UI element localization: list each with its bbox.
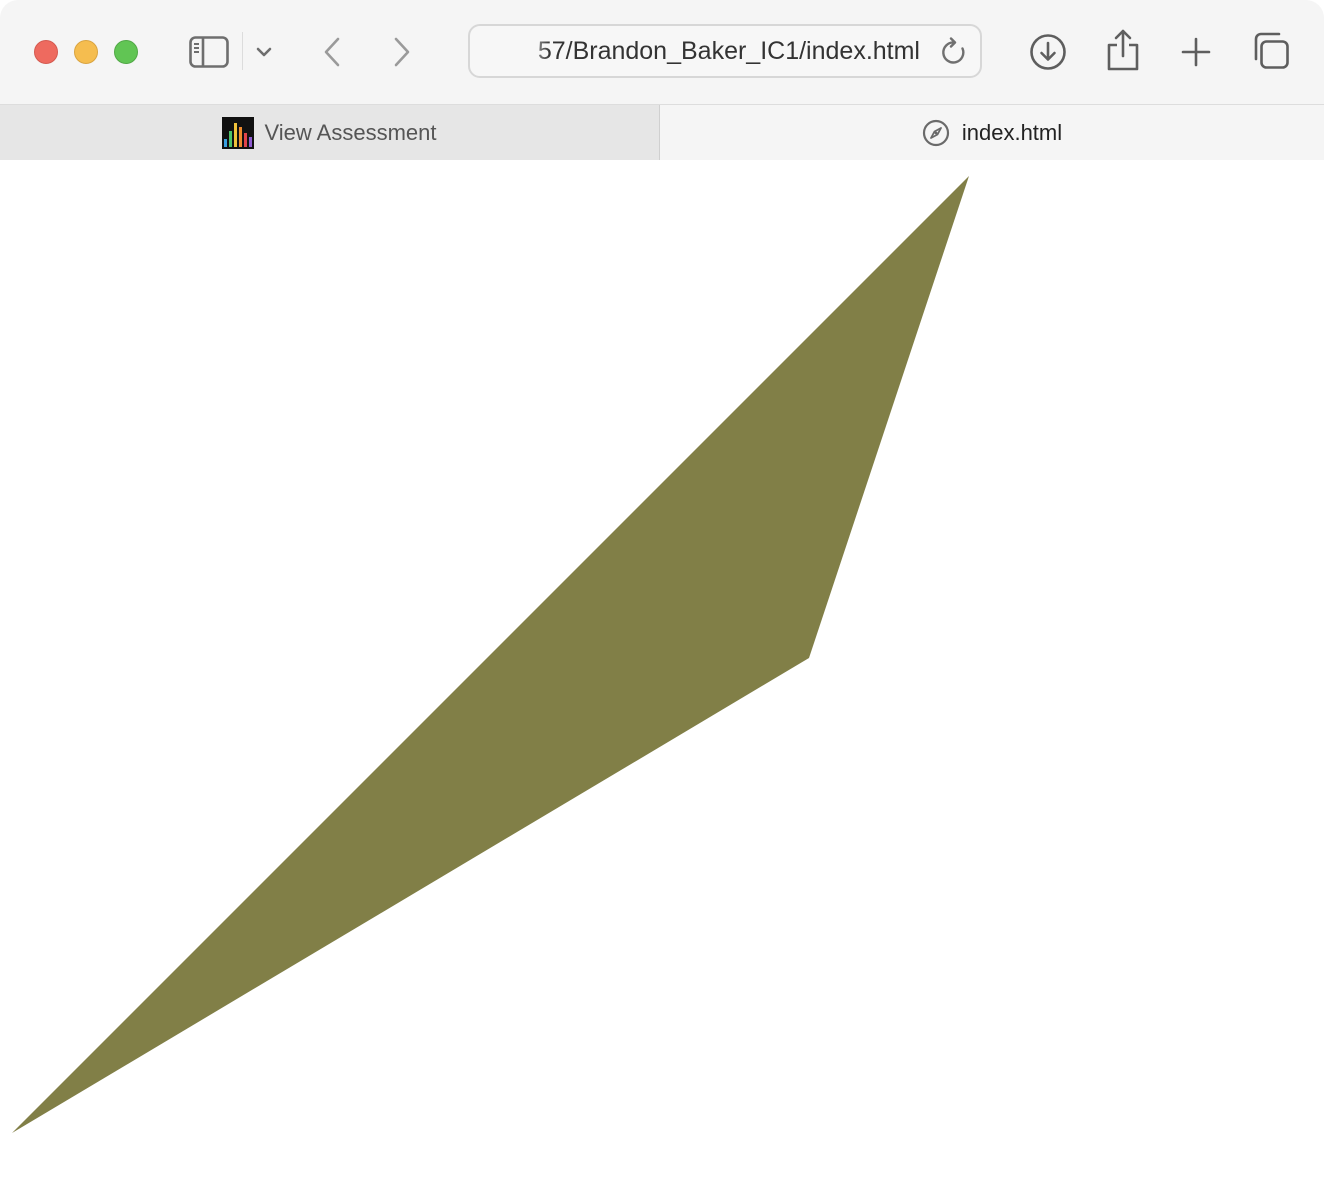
olive-polygon [12, 176, 969, 1133]
tab-bar: View Assessment index.html [0, 104, 1324, 160]
page-content [0, 160, 1324, 1188]
compass-icon [922, 119, 949, 146]
download-icon [1030, 34, 1066, 70]
sidebar-icon [189, 36, 229, 68]
tab-index-html[interactable]: index.html [660, 105, 1324, 160]
reload-button[interactable] [938, 36, 970, 68]
chevron-down-icon [256, 47, 272, 57]
share-button[interactable] [1104, 26, 1142, 74]
browser-toolbar: 57/Brandon_Baker_IC1/index.html [0, 0, 1324, 104]
browser-window: 57/Brandon_Baker_IC1/index.html View Ass… [0, 0, 1324, 1188]
minimize-window-button[interactable] [74, 40, 98, 64]
tab-overview-button[interactable] [1250, 30, 1292, 72]
bar-chart-favicon [222, 116, 255, 149]
toolbar-divider [242, 32, 243, 70]
downloads-button[interactable] [1028, 30, 1068, 74]
tab-view-assessment[interactable]: View Assessment [0, 105, 660, 160]
back-button[interactable] [316, 32, 348, 72]
close-window-button[interactable] [34, 40, 58, 64]
forward-icon [394, 37, 410, 67]
back-icon [324, 37, 340, 67]
sidebar-menu-button[interactable] [252, 38, 276, 66]
plus-icon [1181, 37, 1211, 67]
tab-label: index.html [961, 119, 1063, 145]
forward-button[interactable] [386, 32, 418, 72]
address-url-text: 57/Brandon_Baker_IC1/index.html [537, 37, 920, 65]
tab-label: View Assessment [264, 119, 437, 145]
canvas [12, 176, 969, 1133]
address-url: 57/Brandon_Baker_IC1/index.html [480, 26, 920, 76]
address-bar[interactable]: 57/Brandon_Baker_IC1/index.html [468, 24, 982, 78]
tabs-overview-icon [1254, 32, 1289, 69]
share-icon [1107, 29, 1139, 71]
reload-icon [942, 37, 965, 64]
new-tab-button[interactable] [1176, 30, 1216, 74]
maximize-window-button[interactable] [114, 40, 138, 64]
sidebar-toggle-button[interactable] [186, 32, 232, 72]
